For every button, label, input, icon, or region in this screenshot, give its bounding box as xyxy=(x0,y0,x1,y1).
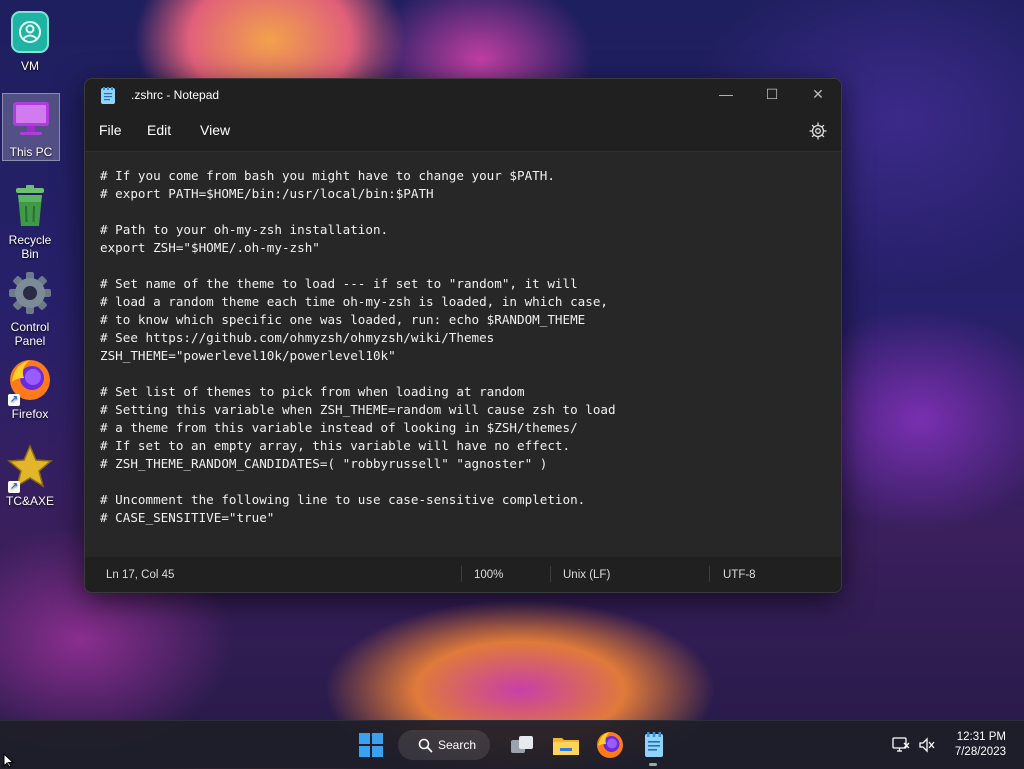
mouse-cursor-icon xyxy=(3,753,15,768)
vm-icon xyxy=(6,8,54,56)
text-editor[interactable]: # If you come from bash you might have t… xyxy=(85,151,841,558)
line-ending: Unix (LF) xyxy=(563,569,611,581)
desktop-icon-tc-axe[interactable]: ↗ TC&AXE xyxy=(2,443,58,508)
desktop-icon-label: Recycle Bin xyxy=(8,233,52,261)
shortcut-arrow-icon: ↗ xyxy=(8,394,20,406)
clock-time: 12:31 PM xyxy=(956,731,1006,743)
gear-icon[interactable] xyxy=(809,122,827,140)
encoding: UTF-8 xyxy=(723,569,756,581)
file-explorer-icon[interactable] xyxy=(550,729,582,761)
desktop-icon-label: Control Panel xyxy=(10,320,50,348)
title-bar[interactable]: .zshrc - Notepad — ☐ ✕ xyxy=(85,79,841,111)
menu-bar: File Edit View xyxy=(85,111,841,151)
network-icon[interactable] xyxy=(892,737,910,753)
maximize-button[interactable]: ☐ xyxy=(749,79,795,111)
gear-icon xyxy=(6,269,54,317)
recycle-bin-icon xyxy=(6,182,54,230)
volume-muted-icon[interactable] xyxy=(918,737,936,753)
notepad-icon xyxy=(101,87,115,104)
notepad-icon[interactable] xyxy=(638,729,670,761)
status-divider xyxy=(461,566,462,582)
cursor-position: Ln 17, Col 45 xyxy=(106,569,175,581)
notepad-window: .zshrc - Notepad — ☐ ✕ File Edit View # … xyxy=(84,78,842,593)
menu-view[interactable]: View xyxy=(200,122,230,138)
desktop-icon-label: This PC xyxy=(9,145,53,159)
search-icon xyxy=(418,738,433,753)
menu-file[interactable]: File xyxy=(99,122,122,138)
desktop-icon-label: TC&AXE xyxy=(5,494,54,508)
firefox-icon: ↗ xyxy=(6,356,54,406)
shortcut-arrow-icon: ↗ xyxy=(8,481,20,493)
status-bar: Ln 17, Col 45 100% Unix (LF) UTF-8 xyxy=(85,557,841,592)
task-view-icon[interactable] xyxy=(506,729,538,761)
desktop-icon-label: Firefox xyxy=(11,407,49,421)
minimize-button[interactable]: — xyxy=(703,79,749,111)
desktop-icon-label: VM xyxy=(21,59,39,73)
window-title: .zshrc - Notepad xyxy=(131,88,220,102)
active-app-indicator xyxy=(649,763,657,766)
desktop-icon-control-panel[interactable]: Control Panel xyxy=(2,269,58,348)
taskbar: Search 12:31 PM 7/28/2023 xyxy=(0,720,1024,769)
search-label: Search xyxy=(438,738,477,752)
close-button[interactable]: ✕ xyxy=(795,79,841,111)
desktop-icon-firefox[interactable]: ↗ Firefox xyxy=(2,356,58,421)
status-divider xyxy=(709,566,710,582)
clock-date: 7/28/2023 xyxy=(954,746,1006,758)
menu-edit[interactable]: Edit xyxy=(147,122,171,138)
zoom-level: 100% xyxy=(474,569,504,581)
editor-content[interactable]: # If you come from bash you might have t… xyxy=(100,167,616,527)
desktop-icon-recycle-bin[interactable]: Recycle Bin xyxy=(2,182,58,261)
status-divider xyxy=(550,566,551,582)
monitor-icon xyxy=(7,94,55,142)
desktop-icon-this-pc[interactable]: This PC xyxy=(2,93,60,161)
desktop-icon-vm[interactable]: VM xyxy=(2,8,58,73)
star-icon: ↗ xyxy=(6,443,54,493)
firefox-icon[interactable] xyxy=(594,729,626,761)
search-button[interactable]: Search xyxy=(398,730,490,760)
windows-start-icon[interactable] xyxy=(355,729,387,761)
system-clock[interactable]: 12:31 PM 7/28/2023 xyxy=(955,730,1006,760)
